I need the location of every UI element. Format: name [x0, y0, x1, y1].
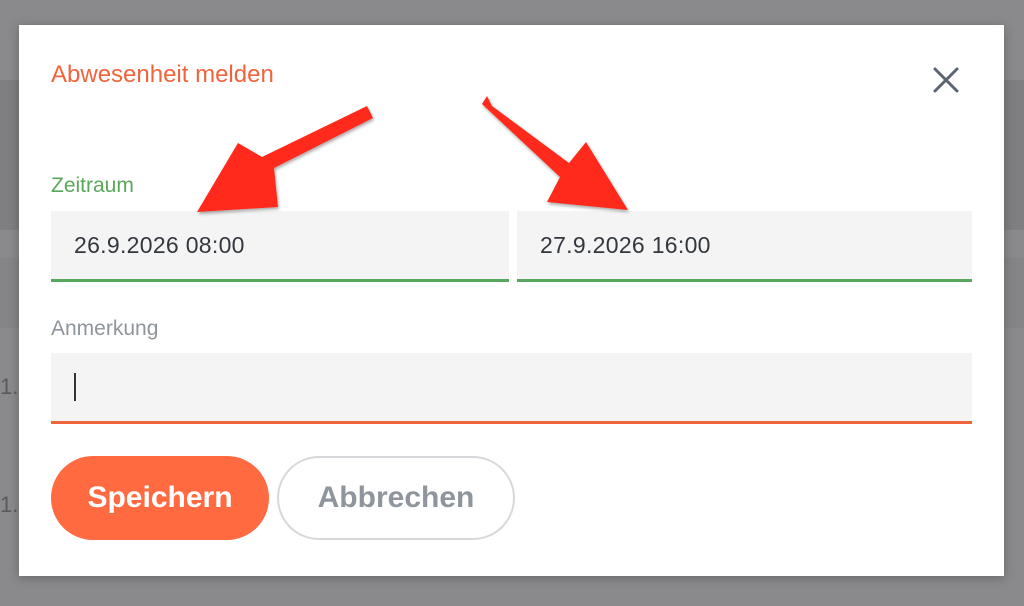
period-label: Zeitraum	[51, 174, 134, 197]
save-button[interactable]: Speichern	[51, 456, 269, 540]
end-datetime-input[interactable]: 27.9.2026 16:00	[517, 211, 972, 282]
close-button[interactable]	[927, 61, 967, 101]
end-datetime-value: 27.9.2026 16:00	[540, 231, 711, 258]
absence-dialog: Abwesenheit melden Zeitraum 26.9.2026 08…	[19, 25, 1004, 576]
start-datetime-value: 26.9.2026 08:00	[74, 231, 245, 258]
dialog-title: Abwesenheit melden	[51, 61, 274, 88]
note-label: Anmerkung	[51, 317, 159, 340]
text-caret	[74, 373, 76, 401]
start-datetime-input[interactable]: 26.9.2026 08:00	[51, 211, 509, 282]
note-input[interactable]	[51, 353, 972, 424]
cancel-button[interactable]: Abbrechen	[277, 456, 515, 540]
background-row-fragment: 1.0	[0, 374, 20, 399]
close-icon	[933, 67, 959, 93]
background-row-fragment: 1.0	[0, 492, 20, 517]
